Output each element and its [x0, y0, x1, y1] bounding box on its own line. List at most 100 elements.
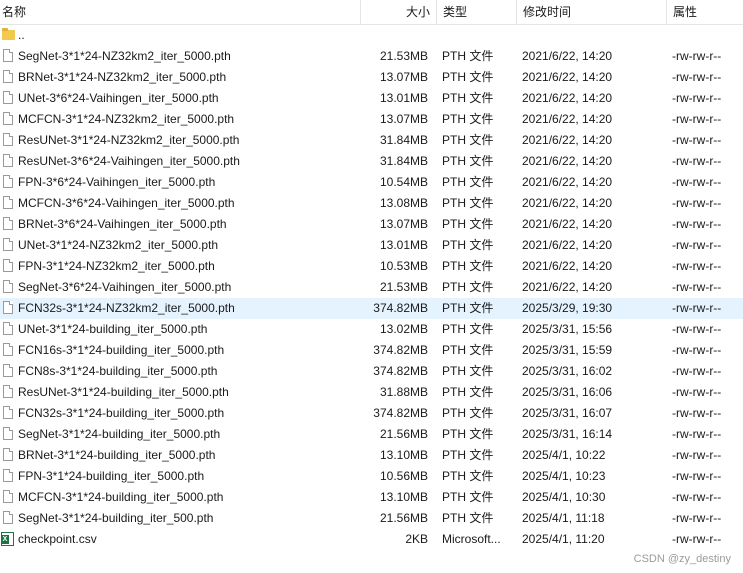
- file-modified-date: 2025/3/29, 19:30: [522, 301, 613, 315]
- file-type: PTH 文件: [442, 133, 494, 147]
- file-icon: [3, 406, 13, 419]
- file-row[interactable]: ResUNet-3*6*24-Vaihingen_iter_5000.pth 31…: [0, 151, 743, 172]
- file-size: 21.53MB: [379, 280, 428, 294]
- file-row[interactable]: FPN-3*6*24-Vaihingen_iter_5000.pth 10.54M…: [0, 172, 743, 193]
- file-type: PTH 文件: [442, 511, 494, 525]
- file-type: PTH 文件: [442, 238, 494, 252]
- file-attributes: -rw-rw-r--: [672, 385, 722, 399]
- file-modified-date: 2021/6/22, 14:20: [522, 238, 613, 252]
- file-size: 374.82MB: [373, 364, 428, 378]
- file-name: SegNet-3*1*24-NZ32km2_iter_5000.pth: [18, 49, 231, 63]
- file-modified-date: 2025/4/1, 10:30: [522, 490, 606, 504]
- file-size: 10.56MB: [379, 469, 428, 483]
- file-size: 13.07MB: [379, 217, 428, 231]
- file-row[interactable]: Xcheckpoint.csv 2KB Microsoft... 2025/4/1, …: [0, 529, 743, 550]
- file-row[interactable]: UNet-3*1*24-building_iter_5000.pth 13.02M…: [0, 319, 743, 340]
- file-icon: [3, 133, 13, 146]
- file-row[interactable]: MCFCN-3*6*24-Vaihingen_iter_5000.pth 13.0…: [0, 193, 743, 214]
- file-list: .. SegNet-3*1*24-NZ32km2_iter_5000.pth 21…: [0, 25, 743, 550]
- file-row[interactable]: SegNet-3*1*24-building_iter_5000.pth 21.5…: [0, 424, 743, 445]
- file-type: PTH 文件: [442, 175, 494, 189]
- sort-ascending-icon: ^: [586, 0, 591, 5]
- file-name: MCFCN-3*6*24-Vaihingen_iter_5000.pth: [18, 196, 235, 210]
- file-row[interactable]: ResUNet-3*1*24-building_iter_5000.pth 31.…: [0, 382, 743, 403]
- file-type: PTH 文件: [442, 406, 494, 420]
- file-row[interactable]: FCN32s-3*1*24-building_iter_5000.pth 374.…: [0, 403, 743, 424]
- file-name: MCFCN-3*1*24-building_iter_5000.pth: [18, 490, 224, 504]
- file-row[interactable]: SegNet-3*1*24-NZ32km2_iter_5000.pth 21.53…: [0, 46, 743, 67]
- file-row[interactable]: SegNet-3*6*24-Vaihingen_iter_5000.pth 21.…: [0, 277, 743, 298]
- file-row[interactable]: BRNet-3*6*24-Vaihingen_iter_5000.pth 13.0…: [0, 214, 743, 235]
- file-name: UNet-3*1*24-NZ32km2_iter_5000.pth: [18, 238, 219, 252]
- watermark: CSDN @zy_destiny: [633, 553, 731, 565]
- file-row[interactable]: FPN-3*1*24-building_iter_5000.pth 10.56MB…: [0, 466, 743, 487]
- file-attributes: -rw-rw-r--: [672, 343, 722, 357]
- file-modified-date: 2021/6/22, 14:20: [522, 175, 613, 189]
- file-icon: [3, 112, 13, 125]
- file-modified-date: 2025/3/31, 16:14: [522, 427, 613, 441]
- file-size: 13.07MB: [379, 112, 428, 126]
- file-type: PTH 文件: [442, 364, 494, 378]
- file-attributes: -rw-rw-r--: [672, 532, 722, 546]
- file-attributes: -rw-rw-r--: [672, 322, 722, 336]
- file-type: PTH 文件: [442, 196, 494, 210]
- file-row[interactable]: FCN16s-3*1*24-building_iter_5000.pth 374.…: [0, 340, 743, 361]
- column-header-date[interactable]: 修改时间: [516, 0, 666, 24]
- file-row[interactable]: UNet-3*1*24-NZ32km2_iter_5000.pth 13.01MB…: [0, 235, 743, 256]
- file-modified-date: 2021/6/22, 14:20: [522, 49, 613, 63]
- column-header-attr[interactable]: 属性: [666, 0, 743, 24]
- file-row[interactable]: MCFCN-3*1*24-NZ32km2_iter_5000.pth 13.07M…: [0, 109, 743, 130]
- file-icon: [3, 301, 13, 314]
- file-size: 21.56MB: [379, 511, 428, 525]
- file-name: FCN32s-3*1*24-NZ32km2_iter_5000.pth: [18, 301, 235, 315]
- file-icon: [3, 259, 13, 272]
- file-row[interactable]: FCN8s-3*1*24-building_iter_5000.pth 374.8…: [0, 361, 743, 382]
- file-name: SegNet-3*6*24-Vaihingen_iter_5000.pth: [18, 280, 232, 294]
- file-attributes: -rw-rw-r--: [672, 154, 722, 168]
- file-name: FPN-3*1*24-building_iter_5000.pth: [18, 469, 205, 483]
- file-name: SegNet-3*1*24-building_iter_5000.pth: [18, 427, 221, 441]
- file-modified-date: 2021/6/22, 14:20: [522, 112, 613, 126]
- column-header-type[interactable]: 类型: [436, 0, 516, 24]
- file-icon: [3, 469, 13, 482]
- file-modified-date: 2025/4/1, 11:18: [522, 511, 605, 525]
- column-header-name[interactable]: 名称: [0, 0, 360, 24]
- parent-directory-row[interactable]: ..: [0, 25, 743, 46]
- file-size: 13.07MB: [379, 70, 428, 84]
- file-modified-date: 2021/6/22, 14:20: [522, 259, 613, 273]
- file-row[interactable]: BRNet-3*1*24-NZ32km2_iter_5000.pth 13.07M…: [0, 67, 743, 88]
- excel-icon: X: [1, 532, 14, 546]
- column-header-size[interactable]: 大小: [360, 0, 436, 24]
- file-name: checkpoint.csv: [18, 532, 97, 546]
- file-row[interactable]: FPN-3*1*24-NZ32km2_iter_5000.pth 10.53MB P…: [0, 256, 743, 277]
- file-row[interactable]: FCN32s-3*1*24-NZ32km2_iter_5000.pth 374.8…: [0, 298, 743, 319]
- file-attributes: -rw-rw-r--: [672, 175, 722, 189]
- file-type: PTH 文件: [442, 427, 494, 441]
- file-size: 13.01MB: [379, 91, 428, 105]
- file-icon: [3, 49, 13, 62]
- file-type: PTH 文件: [442, 112, 494, 126]
- file-attributes: -rw-rw-r--: [672, 511, 722, 525]
- file-icon: [3, 175, 13, 188]
- file-icon: [3, 427, 13, 440]
- file-attributes: -rw-rw-r--: [672, 469, 722, 483]
- file-row[interactable]: MCFCN-3*1*24-building_iter_5000.pth 13.10…: [0, 487, 743, 508]
- file-attributes: -rw-rw-r--: [672, 301, 722, 315]
- file-row[interactable]: BRNet-3*1*24-building_iter_5000.pth 13.10…: [0, 445, 743, 466]
- folder-icon: [2, 28, 15, 40]
- file-name: ResUNet-3*6*24-Vaihingen_iter_5000.pth: [18, 154, 240, 168]
- file-size: 31.84MB: [379, 154, 428, 168]
- file-name: FCN32s-3*1*24-building_iter_5000.pth: [18, 406, 225, 420]
- file-type: PTH 文件: [442, 154, 494, 168]
- file-row[interactable]: SegNet-3*1*24-building_iter_500.pth 21.56…: [0, 508, 743, 529]
- file-icon: [3, 448, 13, 461]
- file-row[interactable]: UNet-3*6*24-Vaihingen_iter_5000.pth 13.01…: [0, 88, 743, 109]
- file-modified-date: 2021/6/22, 14:20: [522, 70, 613, 84]
- file-size: 13.01MB: [379, 238, 428, 252]
- file-row[interactable]: ResUNet-3*1*24-NZ32km2_iter_5000.pth 31.8…: [0, 130, 743, 151]
- file-size: 31.84MB: [379, 133, 428, 147]
- file-type: PTH 文件: [442, 385, 494, 399]
- file-type: PTH 文件: [442, 217, 494, 231]
- file-attributes: -rw-rw-r--: [672, 238, 722, 252]
- file-type: PTH 文件: [442, 448, 494, 462]
